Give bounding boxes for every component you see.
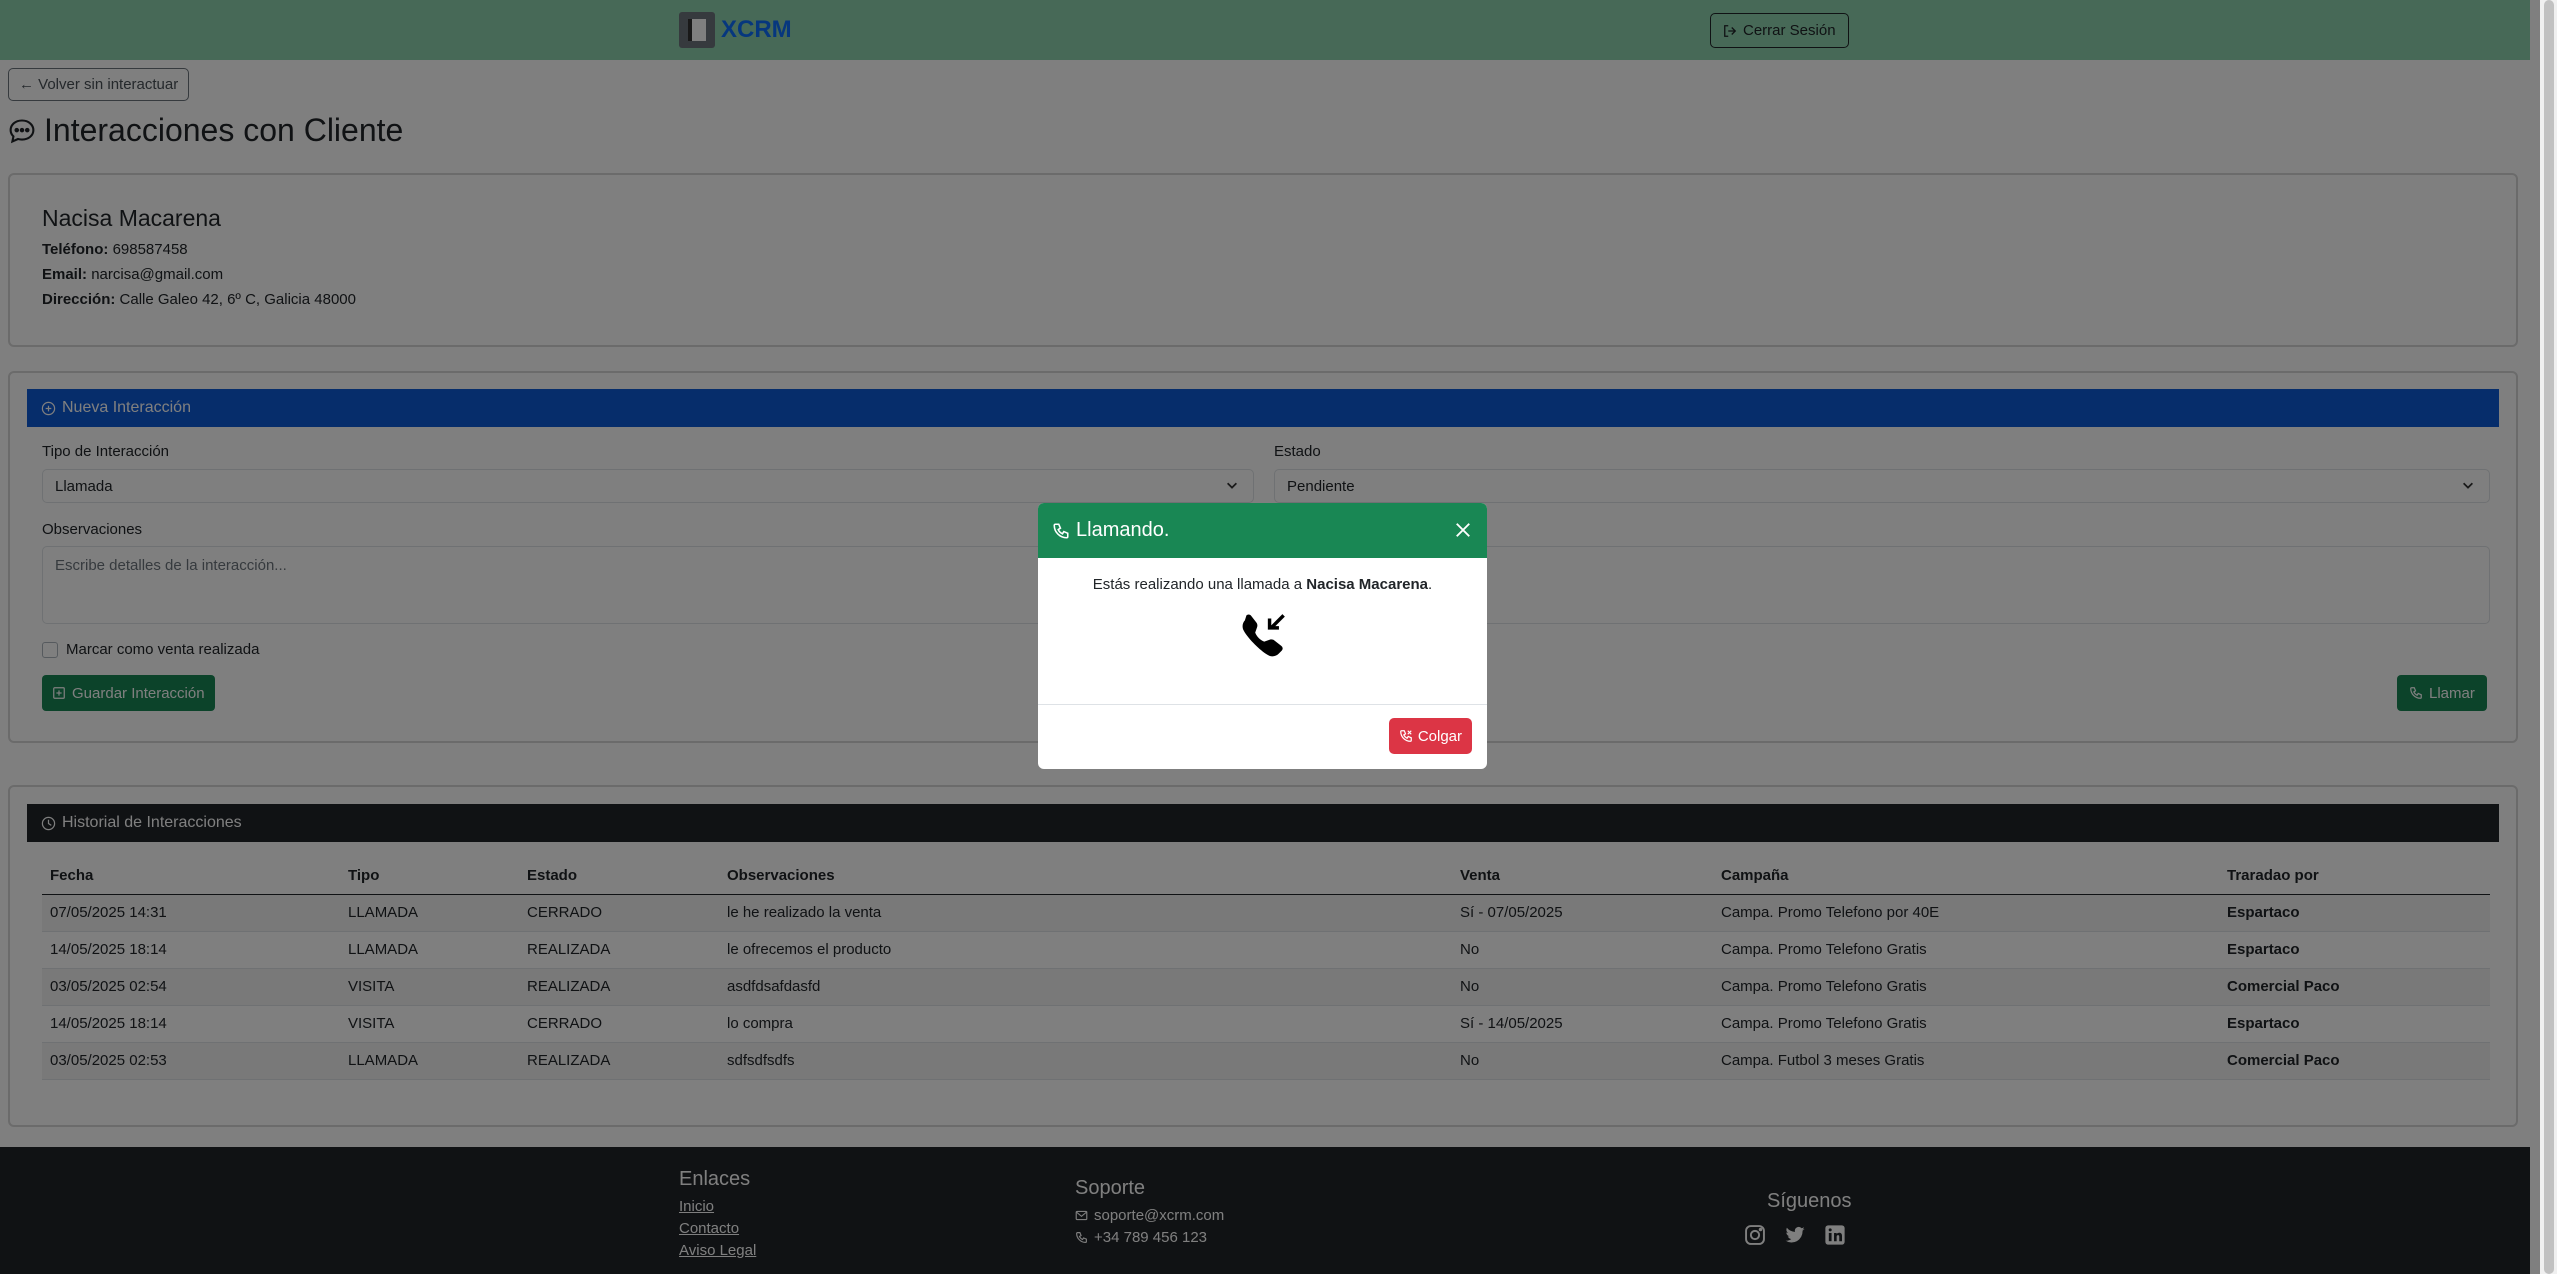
scrollbar-thumb[interactable] [2544,0,2554,1274]
calling-text-before: Estás realizando una llamada a [1092,576,1307,593]
calling-client-name: Nacisa Macarena [1306,576,1429,593]
calling-modal-body: Estás realizando una llamada a Nacisa Ma… [1038,558,1487,661]
hangup-label: Colgar [1417,727,1462,745]
calling-modal-title: Llamando. [1076,519,1170,541]
close-icon[interactable] [1453,520,1473,540]
calling-modal: Llamando. Estás realizando una llamada a… [1038,503,1487,769]
calling-text-after: . [1428,576,1433,593]
phone-icon [1053,522,1069,539]
incoming-call-icon [1038,611,1487,661]
hangup-icon [1399,730,1412,742]
hangup-button[interactable]: Colgar [1388,718,1472,754]
calling-modal-footer: Colgar [1038,704,1487,769]
calling-modal-header: Llamando. [1038,503,1487,558]
